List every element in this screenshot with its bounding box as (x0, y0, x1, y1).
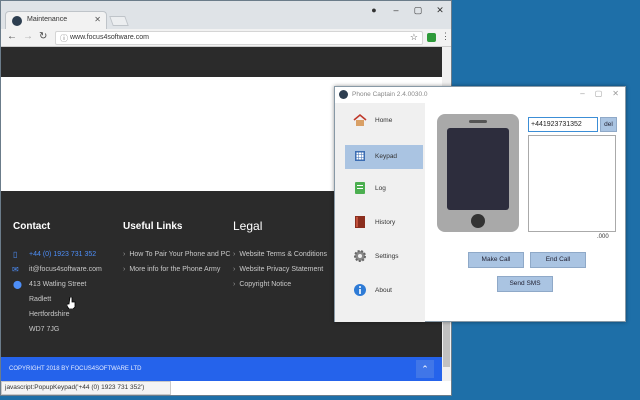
useful-links-heading: Useful Links (123, 221, 183, 232)
browser-titlebar: Maintenance ✕ ● – ▢ ✕ (1, 1, 451, 30)
footer-link-label[interactable]: Website Privacy Statement (239, 266, 323, 273)
sidebar-item-label: Home (375, 117, 393, 124)
window-title: Phone Captain 2.4.0030.0 (352, 91, 428, 98)
page-header-band (1, 47, 442, 77)
phone-captain-logo-icon (339, 90, 348, 99)
keypad-icon (355, 151, 365, 161)
history-icon (355, 216, 365, 228)
settings-icon (354, 250, 366, 262)
page-info-icon[interactable]: ⓘ (60, 33, 68, 44)
chevron-right-icon: › (233, 251, 236, 258)
sidebar-item-settings[interactable]: Settings (335, 245, 425, 269)
status-bar: javascript:PopupKeypad('+44 (0) 1923 731… (1, 381, 171, 395)
maximize-icon[interactable]: ▢ (595, 89, 603, 98)
footer-link-label[interactable]: More info for the Phone Army (129, 266, 220, 273)
footer-link-label[interactable]: Website Terms & Conditions (239, 251, 327, 258)
close-icon[interactable]: ✕ (433, 5, 447, 16)
phone-captain-window: Phone Captain 2.4.0030.0 – ▢ ✕ Home Keyp… (334, 86, 626, 322)
address-line: 413 Watling Street (29, 281, 87, 288)
contact-email[interactable]: it@focus4software.com (29, 266, 102, 273)
browser-menu-icon[interactable]: ⋮ (441, 31, 450, 42)
call-duration: .000 (597, 234, 609, 240)
address-line: WD7 7JG (29, 326, 60, 333)
profile-icon[interactable]: ● (367, 5, 381, 16)
extension-icon[interactable] (427, 33, 436, 42)
call-log-textarea[interactable] (528, 135, 616, 232)
sidebar-item-label: Settings (375, 253, 399, 260)
sidebar-item-home[interactable]: Home (335, 109, 425, 133)
window-controls: ● – ▢ ✕ (367, 5, 447, 16)
minimize-icon[interactable]: – (389, 5, 403, 16)
address-line: Radlett (29, 296, 52, 303)
forward-icon[interactable]: → (23, 31, 33, 42)
reload-icon[interactable]: ↻ (39, 31, 47, 42)
sidebar-item-log[interactable]: Log (335, 177, 425, 201)
browser-toolbar: ← → ↻ ⓘ www.focus4software.com ☆ ⋮ (1, 29, 451, 47)
browser-tab[interactable]: Maintenance ✕ (5, 11, 107, 30)
sidebar-item-label: About (375, 287, 392, 294)
footer-link[interactable]: › How To Pair Your Phone and PC (123, 251, 230, 258)
contact-phone-link[interactable]: +44 (0) 1923 731 352 (29, 251, 96, 258)
end-call-button[interactable]: End Call (530, 252, 586, 268)
copyright-text: COPYRIGHT 2018 BY FOCUS4SOFTWARE LTD (9, 366, 142, 372)
chevron-right-icon: › (123, 266, 126, 273)
window-controls: – ▢ ✕ (580, 89, 619, 98)
minimize-icon[interactable]: – (580, 89, 584, 98)
send-sms-button[interactable]: Send SMS (497, 276, 553, 292)
chevron-up-icon: ⌃ (421, 364, 429, 374)
close-icon[interactable]: ✕ (612, 89, 619, 98)
maximize-icon[interactable]: ▢ (411, 5, 425, 16)
footer-link[interactable]: › Website Terms & Conditions (233, 251, 327, 258)
chevron-right-icon: › (233, 266, 236, 273)
phone-number-input[interactable]: +441923731352 (528, 117, 598, 132)
sidebar-item-label: Keypad (375, 153, 398, 160)
sidebar-item-about[interactable]: About (335, 279, 425, 303)
location-pin-icon: ⬤ (13, 280, 22, 289)
hand-cursor-icon (67, 297, 76, 309)
chevron-right-icon: › (123, 251, 126, 258)
phone-screen (447, 128, 509, 210)
footer-link-label[interactable]: Copyright Notice (239, 281, 291, 288)
bookmark-star-icon[interactable]: ☆ (410, 32, 418, 43)
new-tab-button[interactable] (109, 16, 129, 26)
phone-captain-titlebar: Phone Captain 2.4.0030.0 – ▢ ✕ (335, 87, 625, 103)
back-icon[interactable]: ← (7, 31, 17, 42)
phone-icon: ▯ (13, 250, 18, 259)
address-url[interactable]: www.focus4software.com (70, 34, 149, 41)
copyright-bar: COPYRIGHT 2018 BY FOCUS4SOFTWARE LTD ⌃ (1, 357, 442, 381)
contact-heading: Contact (13, 221, 51, 232)
delete-button[interactable]: del (600, 117, 617, 132)
chevron-right-icon: › (233, 281, 236, 288)
legal-heading: Legal (233, 219, 263, 233)
address-line: Hertfordshire (29, 311, 70, 318)
sidebar-item-label: History (375, 219, 396, 226)
phone-captain-sidebar: Home Keypad Log History Settings About (335, 103, 425, 322)
log-icon (355, 182, 365, 194)
phone-speaker (469, 120, 487, 123)
footer-link[interactable]: › More info for the Phone Army (123, 266, 220, 273)
sidebar-item-label: Log (375, 185, 386, 192)
sidebar-item-history[interactable]: History (335, 211, 425, 235)
about-icon (354, 284, 366, 296)
back-to-top-button[interactable]: ⌃ (416, 360, 434, 378)
phone-illustration (437, 114, 519, 232)
make-call-button[interactable]: Make Call (468, 252, 524, 268)
footer-link-label[interactable]: How To Pair Your Phone and PC (129, 251, 230, 258)
sidebar-item-keypad[interactable]: Keypad (345, 145, 423, 169)
phone-home-button (471, 214, 485, 228)
address-bar[interactable]: ⓘ www.focus4software.com ☆ (55, 31, 423, 45)
footer-link[interactable]: › Copyright Notice (233, 281, 291, 288)
email-icon: ✉ (12, 265, 19, 274)
tab-close-icon[interactable]: ✕ (94, 15, 101, 24)
home-icon (353, 113, 367, 126)
footer-link[interactable]: › Website Privacy Statement (233, 266, 323, 273)
tab-title: Maintenance (27, 16, 68, 23)
site-favicon-icon (12, 16, 22, 26)
